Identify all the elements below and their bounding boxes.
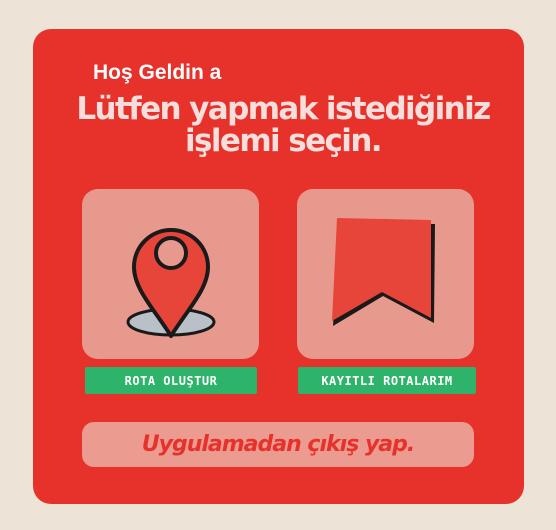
bookmark-icon	[332, 218, 435, 326]
exit-app-button[interactable]: Uygulamadan çıkış yap.	[82, 422, 474, 467]
main-card: Hoş Geldin a Lütfen yapmak istediğiniz i…	[33, 29, 524, 504]
welcome-text: Hoş Geldin a	[93, 61, 222, 84]
page-title: Lütfen yapmak istediğiniz işlemi seçin.	[76, 91, 491, 159]
saved-routes-tile[interactable]	[297, 189, 474, 359]
create-route-button[interactable]: ROTA OLUŞTUR	[85, 367, 257, 394]
saved-routes-button[interactable]: KAYITLI ROTALARIM	[298, 367, 476, 394]
map-pin-icon	[126, 228, 216, 338]
create-route-tile[interactable]	[82, 189, 259, 359]
